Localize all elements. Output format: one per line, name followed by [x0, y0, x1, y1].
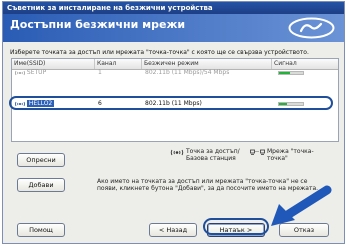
table-row-selected[interactable]: HELLO2 6 802.11b (11 Mbps)	[12, 99, 338, 109]
row-channel: 6	[98, 100, 102, 107]
signal-meter	[278, 71, 304, 75]
row-ssid: HELLO2	[26, 100, 55, 107]
access-point-icon	[170, 149, 184, 156]
legend-adhoc: Мрежа "точка-точка"	[267, 148, 314, 162]
help-note: Ако името на точката за достъп или мрежа…	[97, 178, 319, 192]
window-title: Съветник за инсталиране на безжични устр…	[3, 2, 344, 14]
row-channel: 1	[98, 69, 102, 76]
signal-meter	[278, 102, 304, 106]
cancel-button[interactable]: Отказ	[279, 223, 329, 237]
row-mode: 802.11b (11 Mbps)	[145, 100, 202, 107]
network-list: Име(SSID) Канал Безжичен режим Сигнал SE…	[11, 58, 339, 142]
access-point-icon	[15, 101, 25, 106]
help-button[interactable]: Помощ	[17, 223, 65, 237]
access-point-icon	[15, 70, 25, 75]
next-button[interactable]: Натаък >	[207, 223, 265, 237]
refresh-button[interactable]: Опресни	[17, 153, 65, 167]
signal-level	[279, 103, 288, 105]
instruction-text: Изберете точката за достъп или мрежата "…	[10, 49, 309, 56]
legend-access-point: Точка за достъп/Базова станция	[186, 148, 240, 162]
row-ssid: SETUP	[26, 69, 47, 76]
row-ssid-cell: HELLO2	[15, 99, 95, 109]
table-row[interactable]: SETUP 1 802.11b (11 Mbps)/54 Mbps	[12, 68, 338, 78]
wizard-window: Съветник за инсталиране на безжични устр…	[2, 1, 345, 244]
add-button[interactable]: Добави	[17, 178, 65, 192]
header-banner: Достъпни безжични мрежи	[3, 14, 344, 42]
back-button[interactable]: < Назад	[149, 223, 197, 237]
row-ssid-cell: SETUP	[15, 68, 95, 78]
adhoc-network-icon	[250, 149, 265, 155]
signal-level	[279, 72, 290, 74]
page-heading: Достъпни безжични мрежи	[10, 18, 186, 31]
row-mode: 802.11b (11 Mbps)/54 Mbps	[145, 69, 230, 76]
brother-logo	[288, 17, 335, 39]
